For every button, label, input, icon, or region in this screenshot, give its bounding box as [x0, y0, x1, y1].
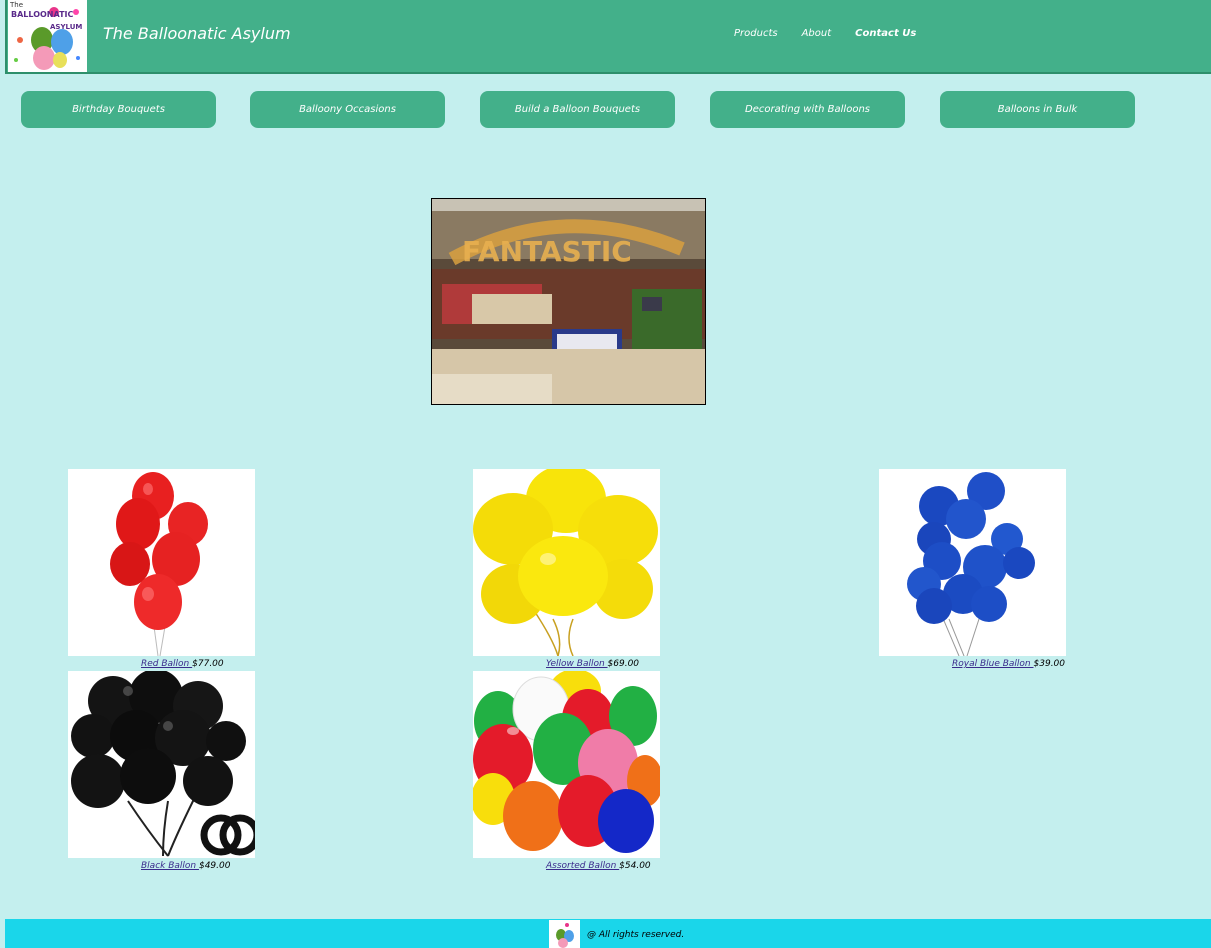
- product-caption: Red Ballon $77.00: [141, 659, 224, 669]
- red-balloon-image[interactable]: [68, 469, 255, 656]
- royal-blue-balloon-image[interactable]: [879, 469, 1066, 656]
- product-card-red: Red Ballon $77.00: [68, 469, 255, 669]
- subnav-birthday-bouquets-button[interactable]: Birthday Bouquets: [21, 91, 216, 128]
- product-link-red[interactable]: Red Ballon: [141, 659, 192, 669]
- product-price: $69.00: [607, 659, 640, 669]
- site-footer: @ All rights reserved.: [5, 919, 1211, 948]
- nav-about[interactable]: About: [802, 28, 832, 39]
- nav-contact-us[interactable]: Contact Us: [855, 28, 916, 39]
- product-price: $54.00: [619, 861, 651, 871]
- product-card-black: Black Ballon $49.00: [68, 671, 255, 871]
- hero-store-photo: FANTASTIC: [431, 198, 706, 405]
- product-card-yellow: Yellow Ballon $69.00: [473, 469, 660, 669]
- black-balloon-image[interactable]: [68, 671, 255, 858]
- product-price: $49.00: [198, 861, 231, 871]
- hero-sign-text: FANTASTIC: [462, 235, 632, 268]
- product-price: $39.00: [1033, 659, 1066, 669]
- site-title: The Balloonatic Asylum: [103, 24, 291, 43]
- top-nav: Products About Contact Us: [734, 28, 940, 39]
- product-caption: Assorted Ballon $54.00: [546, 861, 651, 871]
- subnav-balloons-in-bulk-button[interactable]: Balloons in Bulk: [940, 91, 1135, 128]
- product-link-black[interactable]: Black Ballon: [141, 861, 199, 871]
- subnav-build-a-balloon-button[interactable]: Build a Balloon Bouquets: [480, 91, 675, 128]
- product-card-assorted: Assorted Ballon $54.00: [473, 671, 660, 871]
- product-link-assorted[interactable]: Assorted Ballon: [546, 861, 619, 871]
- product-caption: Yellow Ballon $69.00: [546, 659, 639, 669]
- product-link-yellow[interactable]: Yellow Ballon: [546, 659, 608, 669]
- product-price: $77.00: [192, 659, 224, 669]
- product-caption: Royal Blue Ballon $39.00: [952, 659, 1065, 669]
- footer-logo: [549, 920, 580, 948]
- nav-products[interactable]: Products: [734, 28, 778, 39]
- yellow-balloon-image[interactable]: [473, 469, 660, 656]
- footer-copyright: @ All rights reserved.: [587, 930, 685, 940]
- site-header: The BALLOONATIC ASYLUM The Balloonatic A…: [5, 0, 1211, 74]
- logo-text-the: The: [9, 1, 23, 9]
- product-card-royal-blue: Royal Blue Ballon $39.00: [879, 469, 1066, 669]
- product-link-royal-blue[interactable]: Royal Blue Ballon: [952, 659, 1034, 669]
- logo-text-asylum: ASYLUM: [50, 23, 82, 31]
- subnav-balloony-occasions-button[interactable]: Balloony Occasions: [250, 91, 445, 128]
- product-caption: Black Ballon $49.00: [141, 861, 230, 871]
- assorted-balloon-image[interactable]: [473, 671, 660, 858]
- logo-text-brand: BALLOONATIC: [11, 10, 74, 19]
- subnav-decorating-button[interactable]: Decorating with Balloons: [710, 91, 905, 128]
- site-logo[interactable]: The BALLOONATIC ASYLUM: [8, 0, 87, 72]
